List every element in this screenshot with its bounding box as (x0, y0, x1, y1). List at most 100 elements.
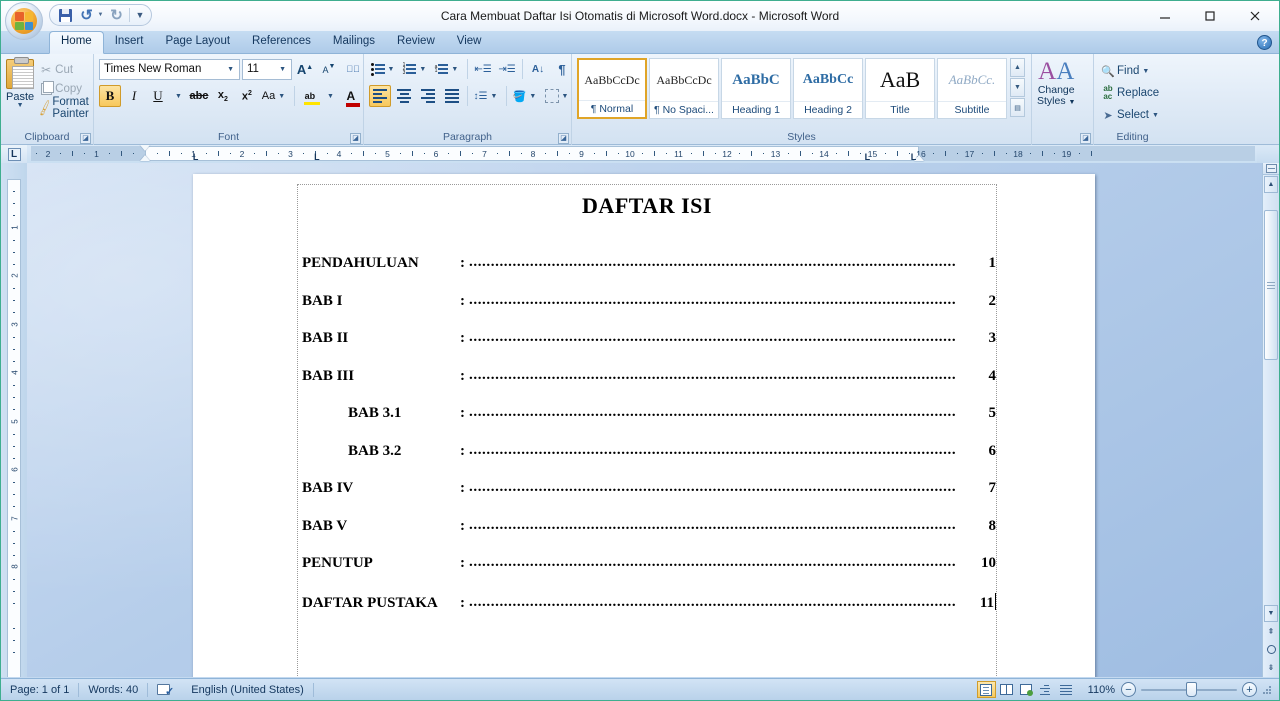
line-spacing-button[interactable]: ↕☰▼ (472, 85, 502, 107)
font-name-combo[interactable]: Times New Roman ▼ (99, 59, 240, 80)
toc-entry[interactable]: BAB V:..................................… (302, 518, 996, 556)
zoom-in-button[interactable]: + (1242, 682, 1257, 697)
format-painter-button[interactable]: 🖌 Format Painter (34, 98, 91, 117)
cut-button[interactable]: ✂ Cut (34, 60, 91, 79)
previous-page-button[interactable]: ⇞ (1264, 623, 1278, 640)
clear-formatting-button[interactable]: 🅐⃠ (342, 58, 364, 80)
style-heading-2[interactable]: AaBbCc Heading 2 (793, 58, 863, 119)
underline-button[interactable]: U (147, 85, 169, 107)
find-button[interactable]: 🔍 Find ▼ (1099, 60, 1152, 82)
font-size-combo[interactable]: 11 ▼ (242, 59, 292, 80)
strikethrough-button[interactable]: abc (188, 85, 210, 107)
tab-review[interactable]: Review (386, 31, 446, 53)
toc-entry[interactable]: BAB 3.2:................................… (302, 443, 996, 481)
subscript-button[interactable]: x2 (212, 85, 234, 107)
horizontal-ruler[interactable]: 2112345678910111213141516171819LLLL (27, 145, 1257, 163)
split-window-button[interactable] (1263, 163, 1279, 175)
styles-more-button[interactable]: ▤ (1010, 98, 1025, 117)
view-web-layout-button[interactable] (1017, 681, 1036, 698)
view-full-screen-reading-button[interactable] (997, 681, 1016, 698)
decrease-indent-button[interactable]: ⇤☰ (472, 58, 494, 80)
bold-button[interactable]: B (99, 85, 121, 107)
maximize-button[interactable] (1187, 2, 1232, 30)
language-indicator[interactable]: English (United States) (182, 679, 313, 701)
bullets-button[interactable]: ▼ (369, 58, 399, 80)
scroll-track[interactable] (1263, 210, 1279, 605)
toc-entry[interactable]: BAB I:..................................… (302, 293, 996, 331)
save-button[interactable] (55, 6, 76, 24)
vertical-ruler[interactable]: 12345678 (1, 163, 27, 677)
italic-button[interactable]: I (123, 85, 145, 107)
align-center-button[interactable] (393, 85, 415, 107)
shrink-font-button[interactable]: A▼ (318, 58, 340, 80)
style-heading-1[interactable]: AaBbC Heading 1 (721, 58, 791, 119)
clipboard-dialog-launcher[interactable]: ◪ (80, 133, 91, 144)
paragraph-dialog-launcher[interactable]: ◪ (558, 133, 569, 144)
tab-stop-marker-1[interactable]: L (314, 153, 320, 162)
tab-stop-marker-3[interactable]: L (911, 153, 917, 162)
tab-stop-marker-0[interactable]: L (193, 153, 199, 162)
hanging-indent-marker[interactable] (140, 155, 150, 161)
view-outline-button[interactable] (1037, 681, 1056, 698)
tab-references[interactable]: References (241, 31, 322, 53)
font-dialog-launcher[interactable]: ◪ (350, 133, 361, 144)
styles-dialog-launcher[interactable]: ◪ (1080, 133, 1091, 144)
resize-grip[interactable] (1261, 684, 1273, 696)
close-button[interactable] (1232, 2, 1277, 30)
document-canvas[interactable]: DAFTAR ISI PENDAHULUAN:.................… (27, 163, 1262, 677)
change-case-button[interactable]: Aa▼ (260, 85, 290, 107)
style-subtitle[interactable]: AaBbCc. Subtitle (937, 58, 1007, 119)
justify-button[interactable] (441, 85, 463, 107)
tab-mailings[interactable]: Mailings (322, 31, 386, 53)
style-no-spacing[interactable]: AaBbCcDc ¶ No Spaci... (649, 58, 719, 119)
paste-button[interactable]: Paste ▼ (6, 57, 34, 109)
document-page[interactable]: DAFTAR ISI PENDAHULUAN:.................… (193, 174, 1095, 677)
zoom-out-button[interactable]: − (1121, 682, 1136, 697)
scroll-thumb[interactable] (1264, 210, 1278, 360)
increase-indent-button[interactable]: ⇥☰ (496, 58, 518, 80)
align-left-button[interactable] (369, 85, 391, 107)
customize-qat-button[interactable]: ▼ (132, 6, 146, 24)
undo-dropdown[interactable]: ▼ (97, 6, 106, 24)
scroll-up-button[interactable]: ▲ (1264, 176, 1278, 193)
page-text-area[interactable]: DAFTAR ISI PENDAHULUAN:.................… (297, 184, 997, 677)
next-page-button[interactable]: ⇟ (1264, 659, 1278, 676)
styles-scroll-up-button[interactable]: ▲ (1010, 58, 1025, 77)
shading-button[interactable]: 🪣▼ (511, 85, 541, 107)
grow-font-button[interactable]: A▲ (294, 58, 316, 80)
styles-scroll-down-button[interactable]: ▼ (1010, 78, 1025, 97)
zoom-level[interactable]: 110% (1082, 684, 1121, 696)
toc-entry[interactable]: BAB IV:.................................… (302, 480, 996, 518)
toc-entry[interactable]: DAFTAR PUSTAKA:.........................… (302, 593, 996, 631)
minimize-button[interactable] (1142, 2, 1187, 30)
undo-button[interactable]: ↺ (76, 6, 97, 24)
help-button[interactable]: ? (1257, 35, 1272, 50)
superscript-button[interactable]: x2 (236, 85, 258, 107)
page-indicator[interactable]: Page: 1 of 1 (1, 679, 78, 701)
font-color-button[interactable]: A (340, 85, 362, 107)
word-count[interactable]: Words: 40 (79, 679, 147, 701)
toc-entry[interactable]: BAB III:................................… (302, 368, 996, 406)
tab-insert[interactable]: Insert (104, 31, 155, 53)
vertical-scrollbar[interactable]: ▲ ▼ ⇞ ⇟ (1262, 163, 1279, 677)
view-draft-button[interactable] (1057, 681, 1076, 698)
proofing-status[interactable] (148, 679, 182, 701)
highlight-dropdown[interactable]: ▼ (323, 85, 338, 107)
underline-dropdown[interactable]: ▼ (171, 85, 186, 107)
tab-view[interactable]: View (446, 31, 493, 53)
borders-button[interactable]: ▼ (543, 85, 573, 107)
change-styles-button[interactable]: AA Change Styles ▼ (1037, 57, 1075, 108)
select-button[interactable]: ➤ Select ▼ (1099, 104, 1162, 126)
toc-entry[interactable]: BAB 3.1:................................… (302, 405, 996, 443)
tab-stop-selector[interactable]: L (1, 145, 27, 163)
zoom-slider-thumb[interactable] (1186, 682, 1197, 697)
replace-button[interactable]: abac Replace (1099, 82, 1159, 104)
toc-entry[interactable]: PENUTUP:................................… (302, 555, 996, 593)
tab-stop-marker-2[interactable]: L (865, 153, 871, 162)
office-button[interactable] (5, 2, 43, 40)
select-browse-object-button[interactable] (1264, 641, 1278, 658)
scroll-down-button[interactable]: ▼ (1264, 605, 1278, 622)
sort-button[interactable]: A↓ (527, 58, 549, 80)
zoom-slider[interactable] (1141, 682, 1237, 697)
toc-entry[interactable]: PENDAHULUAN:............................… (302, 255, 996, 293)
